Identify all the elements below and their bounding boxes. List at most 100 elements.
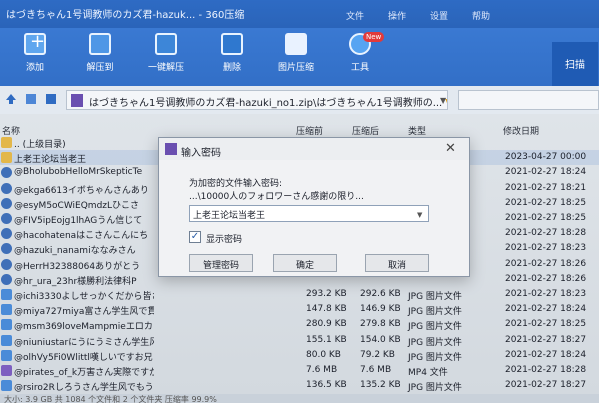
file-modified: 2021-02-27 18:25	[505, 197, 587, 208]
table-row[interactable]: @olhVy5Fi0Wlittl嘆しいですお兄さんはダメでしたそのダメ... 80…	[0, 348, 599, 363]
password-dialog: 输入密码 ✕ 为加密的文件输入密码: ...\10000人のフォロワーさん感謝の…	[158, 137, 470, 277]
file-size: 7.6 MB	[306, 365, 338, 375]
file-type: JPG 图片文件	[408, 292, 462, 302]
file-name: @FIV5ipEojg1lhAGうん信じて	[14, 216, 143, 226]
path-text: はづきちゃん1号调教师のカズ君-hazuki_no1.zip\はづきちゃん1号调…	[89, 98, 443, 109]
one-key-extract-label: 一键解压	[147, 63, 184, 73]
image-file-icon	[1, 334, 12, 346]
image-file-icon	[1, 304, 12, 316]
add-label: 添加	[25, 63, 44, 73]
file-name: 上老王论坛当老王	[14, 155, 87, 166]
menu-operation[interactable]: 操作	[388, 9, 406, 22]
user-icon	[1, 228, 12, 240]
file-modified: 2023-04-27 00:00	[505, 152, 587, 163]
chevron-down-icon[interactable]: ▼	[440, 96, 446, 105]
file-modified: 2021-02-27 18:24	[505, 349, 587, 360]
window-title: はづきちゃん1号调教师のカズ君-hazuk... - 360压缩	[6, 10, 245, 21]
extract-label: 解压到	[86, 63, 114, 73]
up-arrow-icon[interactable]	[4, 92, 18, 106]
add-button[interactable]: 添加	[9, 31, 61, 73]
delete-button[interactable]: 删除	[206, 33, 258, 73]
cancel-button[interactable]: 取消	[365, 254, 429, 272]
menu-help[interactable]: 帮助	[472, 9, 490, 22]
scan-button[interactable]: 扫描	[552, 42, 598, 86]
table-row[interactable]: @pirates_of_k万害さん実際ですが当选おめでとうございます... 7.6…	[0, 363, 599, 378]
file-type: JPG 图片文件	[408, 307, 462, 318]
path-field[interactable]: はづきちゃん1号调教师のカズ君-hazuki_no1.zip\はづきちゃん1号调…	[66, 90, 448, 110]
file-compressed-size: 146.9 KB	[360, 304, 401, 315]
manage-password-button[interactable]: 管理密码	[189, 254, 253, 272]
image-compress-button[interactable]: 图片压缩	[270, 33, 322, 73]
dialog-title: 输入密码	[181, 148, 221, 159]
user-icon	[1, 273, 12, 285]
image-file-icon	[1, 289, 12, 300]
file-name: @BholubobHelloMrSkepticTe	[14, 167, 143, 178]
file-type: JPG 图片文件	[408, 383, 462, 394]
list-view-icon[interactable]	[24, 92, 38, 106]
search-input[interactable]	[458, 90, 599, 110]
file-size: 293.2 KB	[306, 289, 347, 299]
file-name: @niuniustarにうにうミさん学生风でダメだよあのセンコーに...	[14, 337, 154, 348]
image-file-icon	[1, 380, 12, 392]
tools-label: 工具	[350, 63, 369, 73]
detail-view-icon[interactable]	[44, 92, 58, 106]
one-key-extract-button[interactable]: 一键解压	[140, 33, 192, 73]
file-modified: 2021-02-27 18:28	[505, 365, 587, 375]
show-password-checkbox[interactable]: ✓	[189, 231, 201, 243]
file-compressed-size: 79.2 KB	[360, 349, 395, 360]
file-type: MP4 文件	[408, 368, 448, 378]
close-icon[interactable]: ✕	[445, 141, 456, 156]
table-row[interactable]: @rsiro2Rしろうさん学生风でもうちら校长こんばんは今夜の涯... 136.5…	[0, 378, 599, 393]
title-bar: はづきちゃん1号调教师のカズ君-hazuk... - 360压缩 文件 操作 设…	[0, 0, 599, 28]
menu-settings[interactable]: 设置	[430, 9, 448, 22]
file-modified: 2021-02-27 18:25	[505, 319, 587, 330]
dialog-title-bar: 输入密码 ✕	[159, 138, 469, 160]
add-icon	[24, 31, 46, 55]
file-type: JPG 图片文件	[408, 322, 462, 333]
password-field[interactable]: 上老王论坛当老王	[189, 205, 429, 222]
extract-to-button[interactable]: 解压到	[74, 33, 126, 73]
file-size: 155.1 KB	[306, 334, 347, 345]
table-row[interactable]: @msm369loveMampmieエロカップルさんこんにちはもしか... 280…	[0, 317, 599, 332]
lock-icon	[165, 143, 177, 155]
user-icon	[1, 243, 12, 255]
table-row[interactable]: @miya727miya富さん学生风で貫くん本当にこのセンコーどう... 147.…	[0, 302, 599, 317]
table-row[interactable]: @ichi3330よしせっかくだから皆さんここで会話しようパズら... 293.2…	[0, 287, 599, 302]
menu-file[interactable]: 文件	[346, 9, 364, 22]
file-compressed-size: 135.2 KB	[360, 380, 401, 391]
file-name: @hazuki_nanamiななみさん	[14, 246, 136, 257]
file-name: @msm369loveMampmieエロカップルさんこんにちはもしか...	[14, 322, 154, 333]
password-dropdown-icon[interactable]: ▼	[417, 211, 422, 219]
file-modified: 2021-02-27 18:23	[505, 289, 587, 299]
table-row[interactable]: @niuniustarにうにうミさん学生风でダメだよあのセンコーに... 155.…	[0, 333, 599, 348]
delete-icon	[221, 33, 243, 55]
image-file-icon	[1, 349, 12, 361]
file-size: 80.0 KB	[306, 349, 341, 360]
file-modified: 2021-02-27 18:24	[505, 304, 587, 315]
file-name: @olhVy5Fi0Wlittl嘆しいですお兄さんはダメでしたそのダメ...	[14, 352, 154, 363]
file-name: @ekga6613イボちゃんさんあり	[14, 185, 149, 196]
video-file-icon	[1, 365, 12, 376]
file-size: 147.8 KB	[306, 304, 347, 315]
user-icon	[1, 258, 12, 270]
one-key-extract-icon	[155, 33, 177, 55]
toolbar: 添加 解压到 一键解压 删除 图片压缩 工具 New 扫描	[0, 28, 599, 86]
show-password-label: 显示密码	[206, 235, 243, 245]
file-compressed-size: 7.6 MB	[360, 365, 392, 375]
user-icon	[1, 167, 12, 179]
folder-icon	[1, 137, 12, 148]
file-modified: 2021-02-27 18:26	[505, 273, 587, 284]
delete-label: 删除	[222, 63, 241, 73]
file-modified: 2021-02-27 18:24	[505, 167, 587, 178]
new-badge: New	[363, 32, 385, 42]
file-modified: 2021-02-27 18:23	[505, 243, 587, 254]
file-name: @hacohatenaはこさんこんにち	[14, 231, 149, 242]
zip-file-icon	[71, 94, 83, 107]
extract-icon	[89, 33, 111, 55]
user-icon	[1, 213, 12, 224]
file-modified: 2021-02-27 18:21	[505, 182, 587, 193]
file-modified: 2021-02-27 18:27	[505, 334, 587, 345]
file-path-label: ...\10000人のフォロワーさん感謝の限り...	[189, 192, 364, 202]
folder-icon	[1, 152, 12, 164]
ok-button[interactable]: 确定	[273, 254, 337, 272]
